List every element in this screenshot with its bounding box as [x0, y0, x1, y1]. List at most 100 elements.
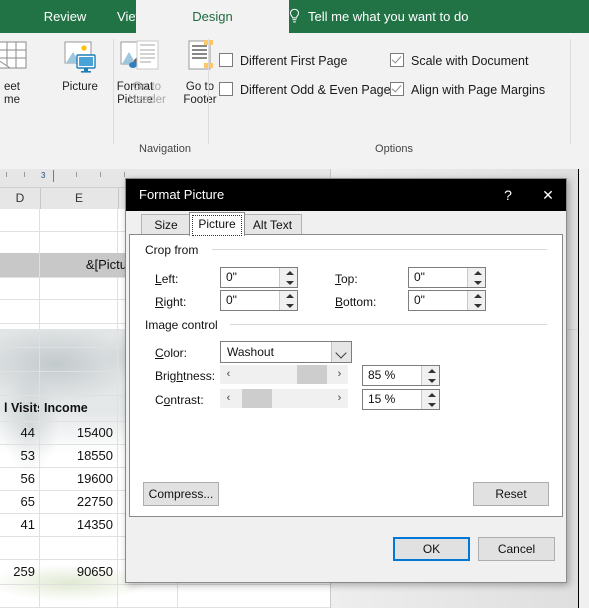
tell-me-box[interactable]: Tell me what you want to do	[308, 0, 468, 33]
tab-size[interactable]: Size	[141, 214, 191, 236]
chevron-down-icon[interactable]	[331, 342, 351, 362]
brightness-slider[interactable]: ‹ ›	[220, 365, 348, 384]
cell-visits[interactable]: 65	[0, 490, 40, 513]
column-header-e[interactable]: E	[40, 188, 119, 209]
stepper-up[interactable]	[422, 390, 439, 399]
group-label-crop-from: Crop from	[145, 243, 205, 257]
ok-button[interactable]: OK	[393, 537, 470, 561]
tab-focus-ring	[192, 215, 242, 236]
cell-income[interactable]: 15400	[40, 421, 118, 444]
checkbox-box	[219, 82, 233, 96]
cell-income[interactable]	[40, 584, 118, 607]
tab-alt-text[interactable]: Alt Text	[243, 214, 302, 236]
slider-left-arrow[interactable]: ‹	[220, 389, 237, 408]
close-icon[interactable]: ✕	[530, 179, 566, 211]
ribbon-button-label: Picture	[62, 81, 98, 93]
contrast-slider[interactable]: ‹ ›	[220, 389, 348, 408]
crop-bottom-stepper[interactable]	[467, 291, 485, 310]
dialog-title-bar[interactable]: Format Picture ? ✕	[126, 179, 566, 211]
group-label-image-control: Image control	[145, 318, 224, 332]
header-picture-cell[interactable]: &[Pictu	[40, 253, 132, 277]
label-crop-right: Right:	[155, 295, 187, 309]
table-header-income: Income	[40, 395, 118, 421]
ribbon-button-picture[interactable]: Picture	[54, 38, 106, 94]
label-crop-left: Left:	[155, 272, 179, 286]
stepper-up[interactable]	[280, 291, 297, 300]
stepper-down[interactable]	[468, 278, 485, 287]
label-contrast: Contrast:	[155, 393, 204, 407]
crop-bottom-value: 0"	[414, 293, 425, 307]
cancel-button[interactable]: Cancel	[478, 537, 555, 561]
ribbon-button-label: Go to	[185, 81, 215, 93]
crop-left-stepper[interactable]	[279, 268, 297, 287]
brightness-stepper[interactable]	[421, 366, 439, 385]
ribbon-button-label2: Header	[128, 94, 166, 106]
ribbon-button-go-to-header[interactable]: Go to Header	[121, 38, 173, 107]
ribbon-button-label2: me	[4, 94, 20, 106]
help-icon[interactable]: ?	[490, 179, 526, 211]
column-header-d[interactable]: D	[0, 188, 41, 209]
cell-visits[interactable]: 41	[0, 513, 40, 536]
cancel-button-label: Cancel	[497, 542, 536, 556]
contrast-input[interactable]: 15 %	[362, 389, 440, 410]
color-dropdown[interactable]: Washout	[220, 341, 352, 363]
reset-button[interactable]: Reset	[473, 482, 549, 506]
slider-left-arrow[interactable]: ‹	[220, 365, 237, 384]
crop-top-value: 0"	[414, 270, 425, 284]
stepper-up[interactable]	[468, 291, 485, 300]
ok-button-label: OK	[422, 542, 441, 556]
ribbon-tab-design[interactable]: Design	[136, 0, 289, 33]
stepper-down[interactable]	[468, 301, 485, 310]
ribbon-button-sheet-name[interactable]: eet me	[0, 38, 38, 107]
cell-income[interactable]	[40, 536, 118, 559]
cell-visits[interactable]	[0, 536, 40, 559]
window-right-edge[interactable]	[578, 169, 589, 608]
crop-bottom-input[interactable]: 0"	[408, 290, 486, 311]
cell-income-total[interactable]: 90650	[40, 559, 118, 584]
cell-income[interactable]: 14350	[40, 513, 118, 536]
checkbox-different-first-page[interactable]: Different First Page	[219, 53, 347, 68]
stepper-up[interactable]	[280, 268, 297, 277]
ribbon-content: eet me Picture Format Picture Go to Head…	[0, 33, 589, 170]
dialog-title-text: Format Picture	[139, 187, 225, 202]
crop-right-stepper[interactable]	[279, 291, 297, 310]
stepper-up[interactable]	[422, 366, 439, 375]
contrast-stepper[interactable]	[421, 390, 439, 409]
cell-income[interactable]: 18550	[40, 444, 118, 467]
checkbox-scale-with-document[interactable]: Scale with Document	[390, 53, 528, 68]
compress-button[interactable]: Compress...	[143, 482, 219, 506]
tab-picture[interactable]: Picture	[189, 212, 245, 236]
cell-visits[interactable]: 53	[0, 444, 40, 467]
ruler-label: 3	[41, 171, 46, 180]
checkbox-label: Align with Page Margins	[411, 83, 546, 97]
stepper-down[interactable]	[422, 376, 439, 385]
stepper-down[interactable]	[280, 301, 297, 310]
cell-visits-total[interactable]: 259	[0, 559, 40, 584]
format-picture-dialog: Format Picture ? ✕ Size Picture Alt Text…	[125, 178, 567, 583]
compress-button-label: Compress...	[148, 487, 214, 501]
checkbox-align-with-page-margins[interactable]: Align with Page Margins	[390, 82, 545, 97]
brightness-slider-thumb[interactable]	[297, 365, 327, 384]
ribbon-group-label-options: Options	[375, 143, 413, 155]
cell-visits[interactable]: 56	[0, 467, 40, 490]
cell-visits[interactable]	[0, 584, 40, 607]
label-crop-bottom: Bottom:	[335, 295, 377, 309]
crop-right-input[interactable]: 0"	[220, 290, 298, 311]
stepper-up[interactable]	[468, 268, 485, 277]
dialog-tab-strip: Size Picture Alt Text	[126, 211, 566, 236]
brightness-input[interactable]: 85 %	[362, 365, 440, 386]
crop-left-input[interactable]: 0"	[220, 267, 298, 288]
stepper-down[interactable]	[422, 400, 439, 409]
slider-right-arrow[interactable]: ›	[331, 365, 348, 384]
contrast-slider-thumb[interactable]	[242, 389, 272, 408]
checkbox-label: Different First Page	[240, 54, 348, 68]
slider-right-arrow[interactable]: ›	[331, 389, 348, 408]
checkbox-box	[390, 82, 404, 96]
cell-income[interactable]: 19600	[40, 467, 118, 490]
crop-top-input[interactable]: 0"	[408, 267, 486, 288]
crop-top-stepper[interactable]	[467, 268, 485, 287]
stepper-down[interactable]	[280, 278, 297, 287]
checkbox-different-odd-even-pages[interactable]: Different Odd & Even Pages	[219, 82, 397, 97]
cell-visits[interactable]: 44	[0, 421, 40, 444]
cell-income[interactable]: 22750	[40, 490, 118, 513]
